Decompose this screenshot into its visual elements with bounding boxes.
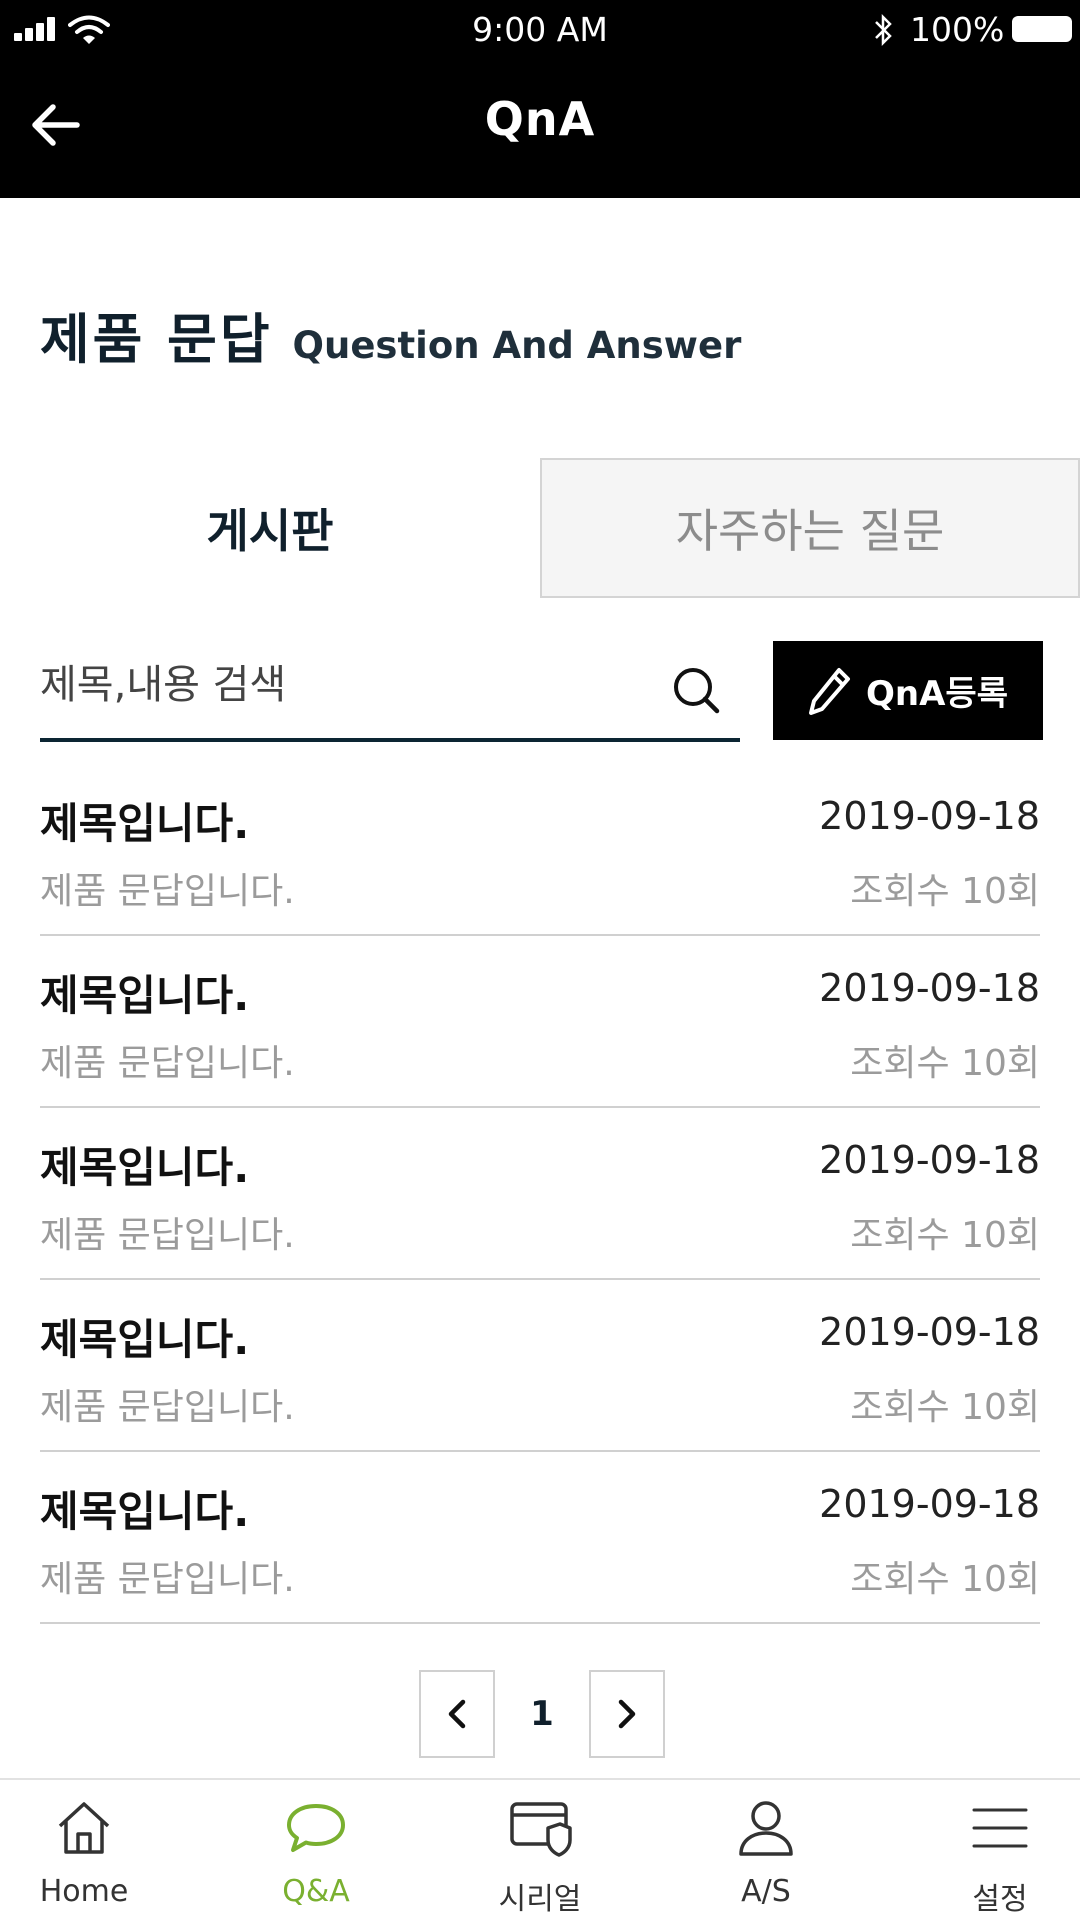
post-title: 제목입니다. [40,971,250,1020]
post-summary: 제품 문답입니다. [40,1043,295,1084]
post-row[interactable]: 제목입니다. 2019-09-18 제품 문답입니다. 조회수 10회 [40,764,1040,936]
post-title: 제목입니다. [40,799,250,848]
post-views: 조회수 10회 [850,1043,1040,1084]
post-views: 조회수 10회 [850,1215,1040,1256]
post-date: 2019-09-18 [819,1482,1040,1526]
prev-page-button[interactable] [419,1670,495,1758]
post-summary: 제품 문답입니다. [40,1215,295,1256]
home-icon [58,1802,110,1854]
pencil-icon [809,667,850,715]
page-title: QnA [484,92,596,146]
nav-as-label: A/S [741,1874,791,1909]
battery-percent: 100% [910,10,1005,49]
post-title: 제목입니다. [40,1143,250,1192]
nav-serial-label: 시리얼 [498,1882,582,1917]
post-summary: 제품 문답입니다. [40,1387,295,1428]
nav-qna-label: Q&A [282,1874,350,1909]
nav-home[interactable]: Home [4,1780,164,1922]
app-header: 9:00 AM 100% QnA [0,0,1080,198]
bluetooth-icon [875,13,892,47]
section-heading: 제품 문답 Question And Answer [40,295,741,374]
chevron-right-icon [618,1699,636,1729]
nav-qna[interactable]: Q&A [236,1780,396,1922]
post-views: 조회수 10회 [850,871,1040,912]
post-views: 조회수 10회 [850,1387,1040,1428]
tab-bar: 게시판 자주하는 질문 [0,458,1080,598]
next-page-button[interactable] [589,1670,665,1758]
status-bar: 9:00 AM 100% [0,0,1080,60]
bottom-navigation: Home Q&A 시리얼 A/S 설정 [0,1778,1080,1920]
chat-bubble-icon [287,1804,345,1852]
section-title-korean: 제품 문답 [40,308,273,371]
battery-icon [1012,16,1072,42]
post-summary: 제품 문답입니다. [40,1559,295,1600]
qna-register-label: QnA등록 [866,674,1008,714]
post-date: 2019-09-18 [819,1310,1040,1354]
qna-register-button[interactable]: QnA등록 [773,641,1043,740]
post-date: 2019-09-18 [819,966,1040,1010]
nav-serial[interactable]: 시리얼 [460,1780,620,1922]
pagination: 1 [419,1670,665,1758]
nav-as[interactable]: A/S [686,1780,846,1922]
nav-home-label: Home [39,1874,129,1909]
search-icon[interactable] [672,666,720,714]
menu-icon [972,1808,1028,1848]
user-icon [739,1801,793,1856]
post-row[interactable]: 제목입니다. 2019-09-18 제품 문답입니다. 조회수 10회 [40,936,1040,1108]
post-summary: 제품 문답입니다. [40,871,295,912]
page-number-current[interactable]: 1 [507,1670,577,1758]
post-title: 제목입니다. [40,1315,250,1364]
post-date: 2019-09-18 [819,794,1040,838]
search-bar [40,640,740,742]
section-title-english: Question And Answer [292,324,742,367]
post-list: 제목입니다. 2019-09-18 제품 문답입니다. 조회수 10회 제목입니… [40,764,1040,1624]
nav-settings[interactable]: 설정 [920,1780,1080,1922]
card-shield-icon [510,1802,572,1857]
nav-settings-label: 설정 [972,1882,1028,1917]
post-views: 조회수 10회 [850,1559,1040,1600]
post-title: 제목입니다. [40,1487,250,1536]
search-input[interactable] [40,650,640,720]
post-date: 2019-09-18 [819,1138,1040,1182]
chevron-left-icon [448,1699,466,1729]
post-row[interactable]: 제목입니다. 2019-09-18 제품 문답입니다. 조회수 10회 [40,1108,1040,1280]
post-row[interactable]: 제목입니다. 2019-09-18 제품 문답입니다. 조회수 10회 [40,1452,1040,1624]
tab-board[interactable]: 게시판 [0,458,540,598]
post-row[interactable]: 제목입니다. 2019-09-18 제품 문답입니다. 조회수 10회 [40,1280,1040,1452]
tab-faq[interactable]: 자주하는 질문 [540,458,1080,598]
